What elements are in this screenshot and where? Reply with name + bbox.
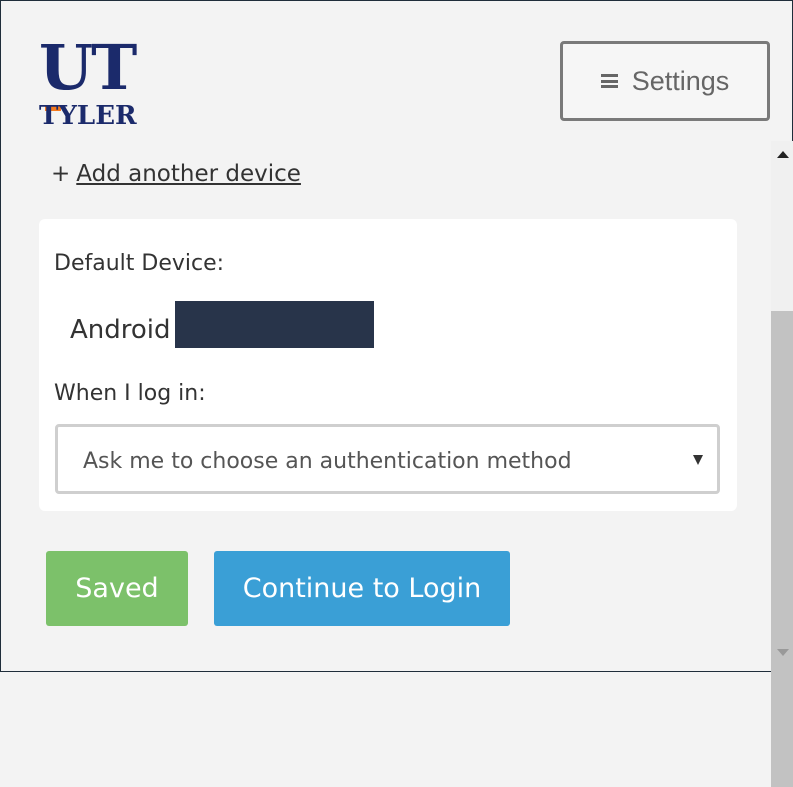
scrollbar-thumb[interactable] bbox=[771, 311, 793, 787]
default-device-label: Default Device: bbox=[54, 251, 225, 276]
when-i-log-in-label: When I log in: bbox=[54, 381, 206, 406]
hamburger-menu-icon bbox=[600, 74, 618, 88]
auth-method-selected-value: Ask me to choose an authentication metho… bbox=[83, 449, 572, 474]
redaction-box bbox=[175, 301, 374, 348]
add-another-device-link[interactable]: Add another device bbox=[76, 161, 301, 187]
ut-tyler-logo: UT TYLER bbox=[39, 37, 161, 137]
logo-tyler-text: TYLER bbox=[39, 101, 137, 131]
dropdown-arrow-icon bbox=[693, 455, 703, 465]
saved-button[interactable]: Saved bbox=[46, 551, 188, 626]
default-device-name: Android bbox=[70, 315, 171, 345]
plus-icon: + bbox=[51, 161, 71, 187]
continue-to-login-button[interactable]: Continue to Login bbox=[214, 551, 510, 626]
settings-button[interactable]: Settings bbox=[560, 41, 770, 121]
device-settings-panel: Default Device: Android When I log in: A… bbox=[39, 219, 737, 511]
add-device-row: + Add another device bbox=[51, 161, 301, 187]
scroll-down-arrow-icon[interactable] bbox=[777, 649, 789, 656]
settings-button-label: Settings bbox=[631, 65, 730, 96]
logo-ut-text: UT bbox=[39, 31, 137, 104]
auth-method-select[interactable]: Ask me to choose an authentication metho… bbox=[55, 424, 720, 494]
vertical-scrollbar[interactable] bbox=[771, 141, 793, 787]
scroll-up-arrow-icon[interactable] bbox=[777, 151, 789, 158]
duo-prompt-frame: UT TYLER Settings + Add another device De… bbox=[0, 0, 793, 787]
